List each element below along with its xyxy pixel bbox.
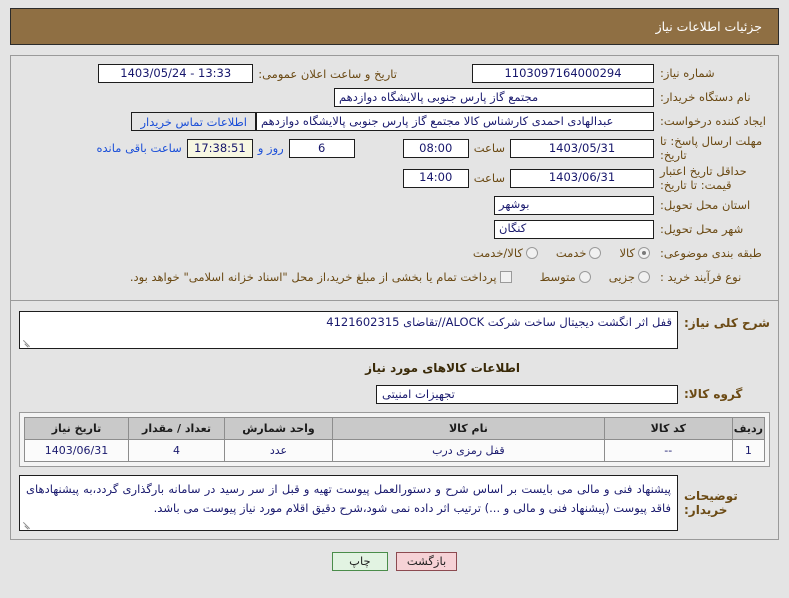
back-button[interactable]: بازگشت	[395, 551, 458, 571]
cell-need-date: 1403/06/31	[24, 438, 129, 462]
row-response-deadline: مهلت ارسال پاسخ: تا تاریخ: 1403/05/31 سا…	[17, 134, 772, 163]
goods-section: شرح کلی نیاز: قفل اثر انگشت دیجیتال ساخت…	[11, 301, 778, 539]
cell-unit: عدد	[224, 438, 333, 462]
radio-category-khedmat[interactable]	[589, 247, 602, 259]
table-header-row: ردیف کد کالا نام کالا واحد شمارش تعداد /…	[24, 416, 766, 440]
group-value[interactable]: تجهیزات امنیتی	[376, 384, 678, 404]
treasury-note-label: پرداخت تمام یا بخشی از مبلغ خرید،از محل …	[129, 270, 497, 284]
price-validity-hour-label: ساعت	[473, 171, 505, 186]
cell-code: --	[603, 438, 733, 462]
page-root: جزئیات اطلاعات نیاز tender.net شماره نیا…	[0, 0, 789, 598]
city-value[interactable]: کنگان	[494, 219, 654, 239]
table-row[interactable]: 1 -- قفل رمزی درب عدد 4 1403/06/31	[24, 438, 766, 462]
announce-label: تاریخ و ساعت اعلان عمومی:	[258, 66, 397, 81]
remaining-time: 17:38:51	[186, 138, 253, 158]
details-panel: شماره نیاز: 1103097164000294 تاریخ و ساع…	[10, 55, 779, 540]
province-label: استان محل تحویل:	[660, 197, 751, 212]
row-description: شرح کلی نیاز: قفل اثر انگشت دیجیتال ساخت…	[19, 310, 770, 349]
hour-label: ساعت	[473, 141, 505, 156]
row-need-number: شماره نیاز: 1103097164000294 تاریخ و ساع…	[17, 62, 772, 85]
buyer-org-value[interactable]: مجتمع گاز پارس جنوبی پالایشگاه دوازدهم	[334, 88, 654, 107]
days-and-label: روز و	[257, 141, 284, 156]
buyer-org-label: نام دستگاه خریدار:	[660, 90, 751, 105]
cell-qty: 4	[128, 438, 225, 462]
cell-radif: 1	[731, 438, 766, 462]
resize-grip-icon[interactable]	[22, 338, 31, 347]
remaining-suffix-label: ساعت باقی مانده	[96, 141, 182, 156]
row-category: طبقه بندی موضوعی: کالا خدمت کالا/خدمت	[17, 242, 772, 265]
th-radif: ردیف	[731, 416, 766, 440]
row-province: استان محل تحویل: بوشهر	[17, 194, 772, 217]
radio-process-motavaset[interactable]	[578, 271, 591, 283]
process-label: نوع فرآیند خرید :	[660, 269, 742, 284]
need-number-label: شماره نیاز:	[660, 66, 715, 81]
category-label: طبقه بندی موضوعی:	[660, 245, 762, 260]
price-validity-label: حداقل تاریخ اعتبار قیمت: تا تاریخ:	[660, 163, 747, 193]
th-unit: واحد شمارش	[224, 416, 333, 440]
description-label: شرح کلی نیاز:	[684, 315, 770, 330]
items-table-wrapper: ردیف کد کالا نام کالا واحد شمارش تعداد /…	[19, 411, 770, 467]
items-table: ردیف کد کالا نام کالا واحد شمارش تعداد /…	[24, 416, 766, 462]
th-qty: تعداد / مقدار	[128, 416, 225, 440]
response-deadline-date[interactable]: 1403/05/31	[510, 138, 654, 158]
radio-category-khedmat-label: خدمت	[555, 246, 587, 260]
description-value[interactable]: قفل اثر انگشت دیجیتال ساخت شرکت ALOCK//ت…	[19, 310, 678, 349]
response-deadline-label: مهلت ارسال پاسخ: تا تاریخ:	[660, 134, 763, 163]
radio-process-motavaset-label: متوسط	[539, 270, 576, 284]
radio-process-jozee-label: جزیی	[608, 270, 635, 284]
requester-label: ایجاد کننده درخواست:	[660, 114, 766, 129]
response-deadline-time[interactable]: 08:00	[402, 138, 469, 158]
radio-category-kala[interactable]	[638, 247, 650, 259]
header-region: جزئیات اطلاعات نیاز	[0, 0, 789, 45]
footer-actions: بازگشت چاپ	[0, 551, 789, 571]
buyer-notes-text: پیشنهاد فنی و مالی می بایست بر اساس شرح …	[26, 481, 671, 516]
price-validity-time[interactable]: 14:00	[402, 168, 469, 188]
requester-value[interactable]: عبدالهادی احمدی کارشناس کالا مجتمع گاز پ…	[256, 112, 654, 131]
row-process: نوع فرآیند خرید : جزیی متوسط پرداخت تمام…	[17, 266, 772, 289]
th-code: کد کالا	[603, 416, 733, 440]
th-need-date: تاریخ نیاز	[24, 416, 129, 440]
row-buyer-org: نام دستگاه خریدار: مجتمع گاز پارس جنوبی …	[17, 86, 772, 109]
notes-resize-grip-icon[interactable]	[22, 520, 31, 529]
buyer-notes-value[interactable]: پیشنهاد فنی و مالی می بایست بر اساس شرح …	[19, 474, 678, 531]
city-label: شهر محل تحویل:	[660, 221, 744, 236]
radio-category-kala-khedmat[interactable]	[525, 247, 538, 259]
page-title: جزئیات اطلاعات نیاز	[655, 19, 762, 34]
description-text: قفل اثر انگشت دیجیتال ساخت شرکت ALOCK//ت…	[326, 314, 672, 329]
remaining-days: 6	[288, 138, 355, 158]
row-price-validity: حداقل تاریخ اعتبار قیمت: تا تاریخ: 1403/…	[17, 164, 772, 193]
row-group: گروه کالا: تجهیزات امنیتی	[19, 384, 770, 404]
price-validity-date[interactable]: 1403/06/31	[510, 168, 654, 188]
radio-process-jozee[interactable]	[638, 271, 650, 283]
cell-name: قفل رمزی درب	[332, 438, 605, 462]
th-name: نام کالا	[332, 416, 605, 440]
goods-section-title: اطلاعات کالاهای مورد نیاز	[365, 360, 520, 375]
province-value[interactable]: بوشهر	[494, 195, 654, 215]
radio-category-kala-label: کالا	[619, 246, 635, 260]
page-header-bar: جزئیات اطلاعات نیاز	[10, 8, 779, 45]
need-number-value[interactable]: 1103097164000294	[472, 64, 654, 83]
group-label: گروه کالا:	[684, 387, 743, 401]
row-buyer-notes: توضیحات خریدار: پیشنهاد فنی و مالی می با…	[19, 474, 770, 531]
radio-category-kala-khedmat-label: کالا/خدمت	[472, 246, 523, 260]
row-requester: ایجاد کننده درخواست: عبدالهادی احمدی کار…	[17, 110, 772, 133]
buyer-notes-label: توضیحات خریدار:	[684, 488, 738, 517]
print-button[interactable]: چاپ	[331, 551, 388, 571]
announce-value[interactable]: 13:33 - 1403/05/24	[98, 64, 254, 83]
checkbox-treasury-bonds[interactable]	[499, 271, 512, 283]
buyer-contact-link[interactable]: اطلاعات تماس خریدار	[131, 112, 256, 131]
row-city: شهر محل تحویل: کنگان	[17, 218, 772, 241]
top-form-section: شماره نیاز: 1103097164000294 تاریخ و ساع…	[11, 56, 778, 296]
